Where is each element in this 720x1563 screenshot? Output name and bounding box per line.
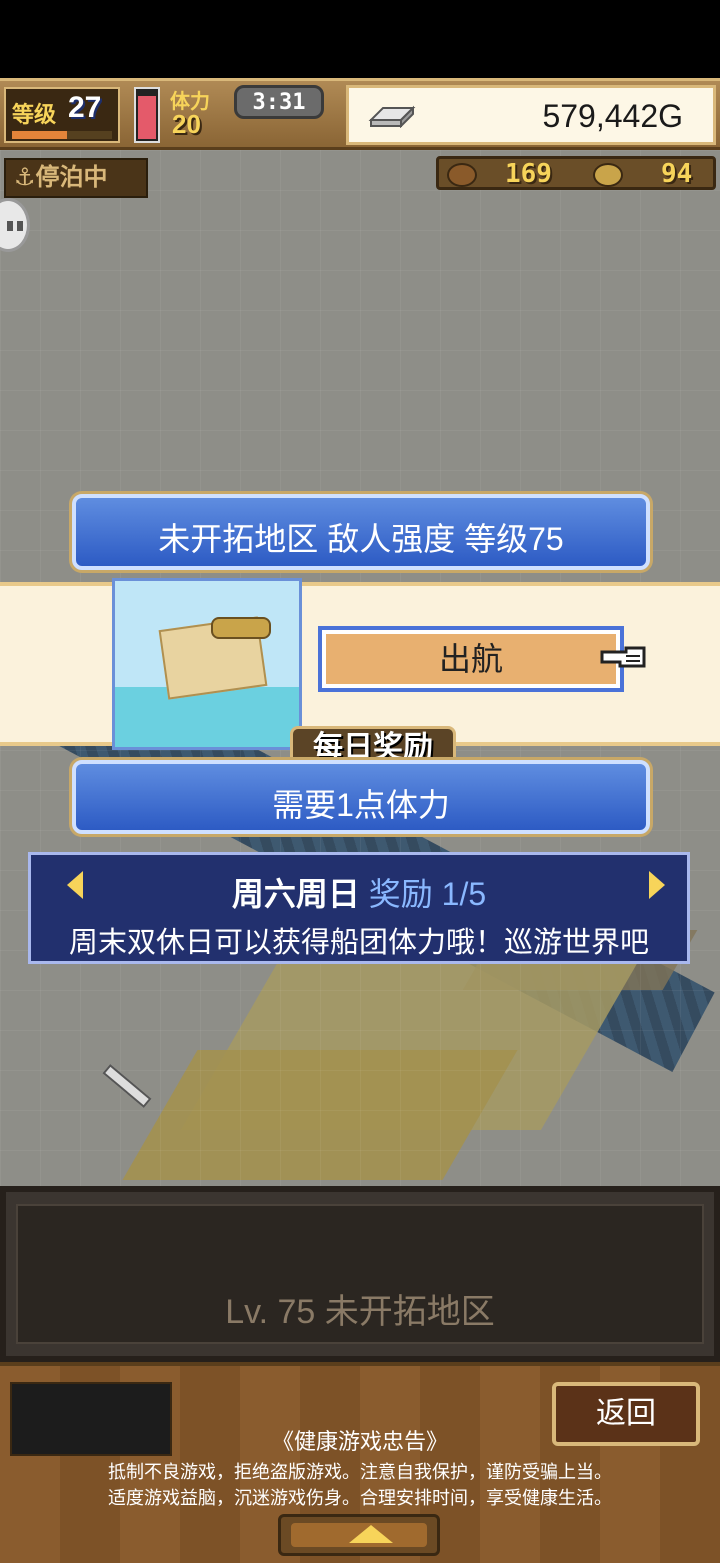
level-label: 等级 — [12, 102, 57, 127]
health-advice-title: 《健康游戏忠告》 — [271, 1429, 448, 1454]
gold-panel: 579,442G — [346, 85, 716, 145]
expand-button-face — [291, 1523, 427, 1547]
barrel-icon — [447, 163, 477, 187]
reward-heading: 周六周日 奖励 1/5 — [31, 869, 687, 915]
resource-2-value: 94 — [661, 159, 693, 189]
area-thumbnail — [112, 578, 302, 750]
telescope-icon — [211, 617, 271, 639]
coin-icon — [593, 163, 623, 187]
footer-panel: 返回 《健康游戏忠告》 抵制不良游戏，拒绝盗版游戏。注意自我保护，谨防受骗上当。… — [0, 1362, 720, 1563]
resource-1-value: 169 — [505, 159, 552, 189]
docked-status: ⚓停泊中 — [4, 158, 148, 198]
anchor-icon: ⚓ — [14, 164, 36, 191]
arrow-up-icon — [349, 1525, 393, 1543]
requirement-plate: 需要1点体力 — [72, 760, 650, 834]
level-progress-fill — [12, 131, 67, 139]
docked-label: 停泊中 — [35, 164, 108, 191]
level-progress-bar — [12, 131, 112, 139]
area-info-text: Lv. 75 未开拓地区 — [225, 1293, 495, 1331]
chat-icon-dot — [17, 221, 23, 231]
health-advice-line-1: 抵制不良游戏，拒绝盗版游戏。注意自我保护，谨防受骗上当。 — [108, 1462, 612, 1482]
thumbnail-sea — [115, 687, 299, 747]
health-advice-line-2: 适度游戏益脑，沉迷游戏伤身。合理安排时间，享受健康生活。 — [108, 1488, 612, 1508]
chat-icon-dot — [7, 221, 13, 231]
stamina-gauge-fill — [138, 96, 156, 139]
reward-days: 周六周日 — [231, 876, 360, 912]
system-status-bar — [0, 0, 720, 78]
area-title: 未开拓地区 敌人强度 等级75 — [158, 521, 564, 557]
area-title-plate: 未开拓地区 敌人强度 等级75 — [72, 494, 650, 570]
sail-button[interactable]: 出航 — [318, 626, 624, 692]
requirement-text: 需要1点体力 — [272, 787, 450, 823]
stamina-timer: 3:31 — [234, 85, 324, 119]
level-panel: 等级 27 — [4, 87, 120, 143]
silver-bar-icon — [368, 105, 416, 128]
expand-menu-button[interactable] — [278, 1514, 440, 1556]
resource-panel: 169 94 — [436, 156, 716, 190]
gold-value: 579,442G — [542, 98, 683, 134]
stamina-value: 20 — [172, 109, 201, 139]
reward-counter: 奖励 1/5 — [368, 876, 487, 912]
reward-description: 周末双休日可以获得船团体力哦！巡游世界吧 — [68, 927, 649, 959]
reward-panel: 周六周日 奖励 1/5 周末双休日可以获得船团体力哦！巡游世界吧 — [28, 852, 690, 964]
stamina-gauge — [134, 87, 160, 143]
pointing-hand-icon — [600, 646, 646, 668]
level-value: 27 — [68, 91, 102, 124]
top-hud: 等级 27 体力 20 3:31 579,442G — [0, 78, 720, 150]
area-info-box: Lv. 75 未开拓地区 — [0, 1186, 720, 1362]
area-info-inner: Lv. 75 未开拓地区 — [16, 1204, 704, 1344]
